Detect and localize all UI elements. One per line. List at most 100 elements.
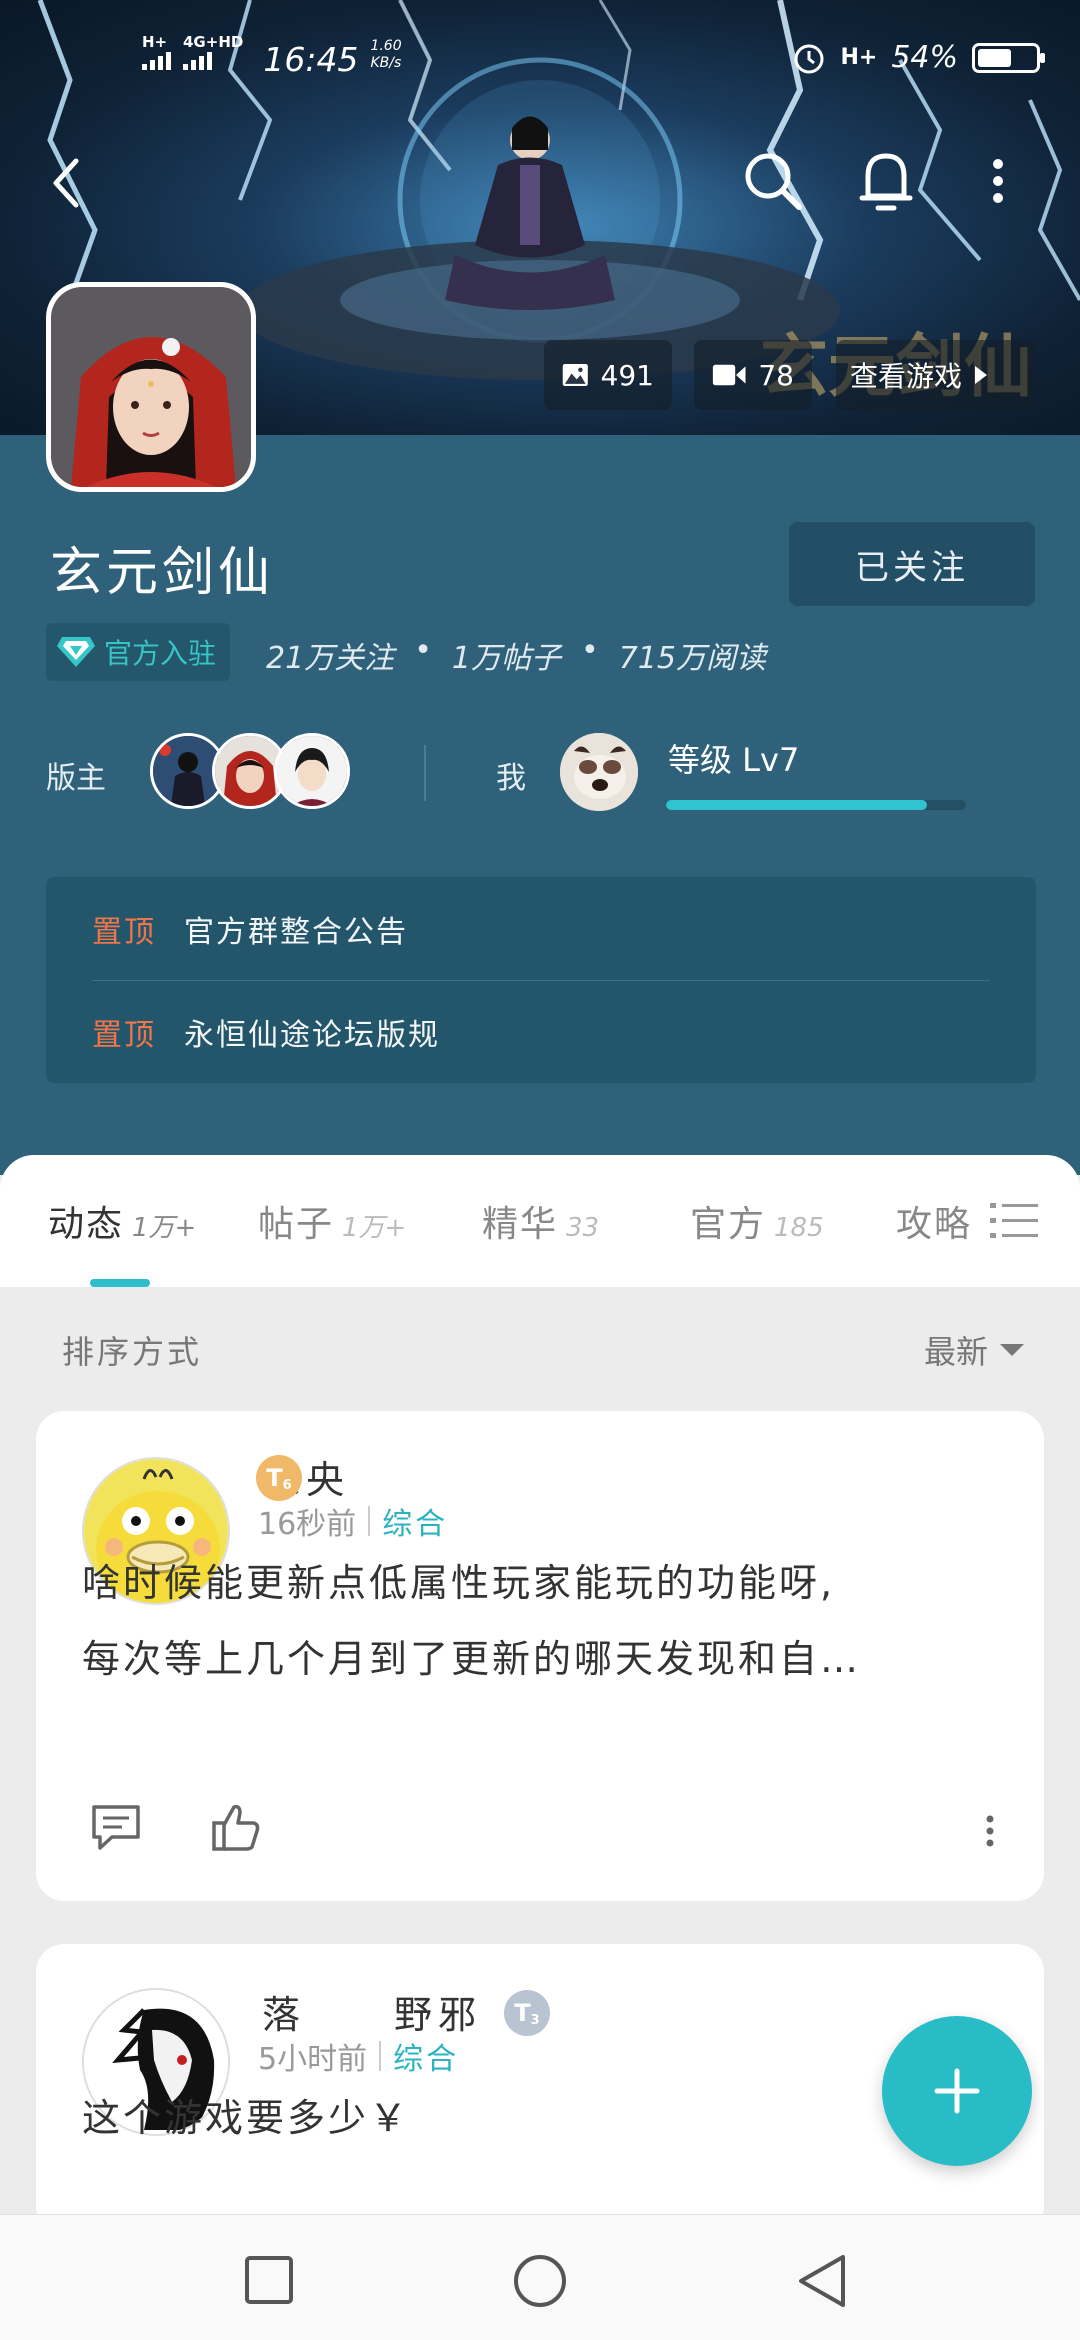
me-label: 我	[496, 761, 526, 796]
level-badge-number: 3	[530, 2012, 540, 2028]
view-game-label: 查看游戏	[850, 360, 963, 393]
image-icon	[562, 363, 588, 387]
reads-count: 715万阅读	[618, 641, 766, 676]
sort-value: 最新	[923, 1333, 988, 1371]
game-name: 玄元剑仙	[50, 543, 275, 603]
tab-label: 攻略	[896, 1204, 973, 1245]
tab-guides[interactable]: 攻略	[896, 1195, 972, 1247]
images-count: 491	[600, 358, 654, 392]
tab-featured[interactable]: 精华 33	[482, 1195, 599, 1247]
post-content-line: 每次等上几个月到了更新的哪天发现和自…	[82, 1637, 862, 1681]
level-progress-fill	[666, 800, 927, 810]
tab-count: 185	[774, 1213, 824, 1243]
user-level-badge: T 6	[256, 1455, 302, 1501]
follow-button[interactable]: 已关注	[789, 522, 1035, 606]
official-badge-label: 官方入驻	[104, 637, 217, 670]
bell-icon[interactable]	[858, 148, 914, 214]
search-icon[interactable]	[742, 150, 804, 212]
clock: 16:45	[263, 40, 359, 79]
level-text: 等级 Lv7	[668, 741, 800, 779]
post-author-name[interactable]: 落 野邪	[262, 1984, 482, 2039]
post-content[interactable]: 这个游戏要多少￥	[82, 2080, 998, 2156]
pinned-divider	[92, 980, 990, 981]
home-icon[interactable]	[512, 2253, 568, 2309]
post-content-line: 啥时候能更新点低属性玩家能玩的功能呀,	[82, 1561, 836, 1605]
tab-label: 动态	[48, 1204, 125, 1245]
comment-icon[interactable]	[90, 1803, 142, 1853]
sort-label: 排序方式	[62, 1333, 203, 1371]
speed-unit: KB/s	[370, 55, 402, 71]
images-pill[interactable]: 491	[544, 340, 672, 410]
stats-separator: •	[580, 633, 599, 668]
forum-stats: 21万关注 • 1万帖子 • 715万阅读	[266, 633, 766, 677]
view-game-button[interactable]: 查看游戏	[836, 340, 1036, 410]
moderator-avatar[interactable]	[274, 733, 350, 809]
back-nav-icon[interactable]	[796, 2253, 848, 2309]
list-icon[interactable]	[990, 1201, 1038, 1241]
forum-header: 玄元剑仙 已关注 官方入驻 21万关注 • 1万帖子 • 715万阅读 版主 我…	[0, 435, 1080, 1175]
moderators-label: 版主	[46, 761, 106, 796]
signal-icon-2: 4G+HD	[183, 34, 243, 70]
pinned-title: 官方群整合公告	[184, 915, 408, 950]
post-content[interactable]: 啥时候能更新点低属性玩家能玩的功能呀, 每次等上几个月到了更新的哪天发现和自…	[82, 1545, 998, 1697]
post-time: 5小时前	[258, 2042, 368, 2077]
new-post-button[interactable]	[882, 2016, 1032, 2166]
pinned-tag: 置顶	[92, 915, 156, 950]
videos-pill[interactable]: 78	[694, 340, 812, 410]
posts-count: 1万帖子	[451, 641, 561, 676]
speed-value: 1.60	[370, 38, 402, 54]
post-more-icon[interactable]	[984, 1815, 996, 1847]
level-badge-letter: T	[266, 1464, 283, 1492]
plus-icon	[934, 2068, 980, 2114]
post-card[interactable]: 未央 T 6 16秒前 综合 啥时候能更新点低属性玩家能玩的功能呀, 每次等上几…	[36, 1411, 1044, 1901]
sort-dropdown[interactable]: 最新	[924, 1327, 1024, 1373]
tab-label: 帖子	[258, 1204, 335, 1245]
play-arrow-icon	[975, 366, 988, 384]
pinned-item[interactable]: 置顶 永恒仙途论坛版规	[92, 1002, 440, 1062]
tab-count: 1万+	[342, 1213, 407, 1243]
tab-count: 1万+	[132, 1213, 197, 1243]
signal-icon: H+	[142, 34, 171, 70]
level-progress-bar	[666, 800, 966, 810]
post-category[interactable]: 综合	[382, 1499, 448, 1543]
network-type: H+	[142, 33, 168, 51]
meta-divider	[379, 2041, 382, 2071]
network-type-right: H+	[840, 45, 878, 70]
like-icon[interactable]	[210, 1801, 262, 1853]
moderator-avatars[interactable]	[150, 733, 350, 809]
chevron-down-icon	[1000, 1344, 1024, 1356]
pinned-tag: 置顶	[92, 1018, 156, 1053]
more-icon[interactable]	[990, 158, 1006, 204]
stats-separator: •	[414, 633, 432, 668]
battery-percent: 54%	[891, 40, 958, 75]
status-bar: H+ 4G+HD 16:45 1.60 KB/s H+ 54%	[0, 0, 1080, 120]
pinned-item[interactable]: 置顶 官方群整合公告	[92, 899, 408, 959]
post-category[interactable]: 综合	[393, 2034, 459, 2078]
level-badge-letter: T	[514, 1999, 531, 2027]
videos-count: 78	[758, 358, 794, 392]
battery-icon	[972, 42, 1045, 73]
tab-label: 官方	[690, 1204, 767, 1245]
video-icon	[712, 364, 746, 386]
network-type-2: 4G+HD	[183, 33, 244, 51]
tab-label: 精华	[482, 1204, 559, 1245]
pinned-posts: 置顶 官方群整合公告 置顶 永恒仙途论坛版规	[46, 877, 1036, 1083]
level-badge-number: 6	[282, 1477, 292, 1493]
official-badge: 官方入驻	[46, 623, 231, 681]
post-meta: 5小时前 综合	[258, 2034, 459, 2078]
tab-count: 33	[566, 1213, 600, 1243]
tab-dynamic[interactable]: 动态 1万+	[48, 1195, 196, 1247]
my-avatar[interactable]	[560, 733, 638, 811]
sort-bar: 排序方式 最新	[0, 1287, 1080, 1407]
back-icon[interactable]	[46, 155, 86, 211]
tab-posts[interactable]: 帖子 1万+	[258, 1195, 406, 1247]
header-divider	[424, 745, 426, 801]
recent-apps-icon[interactable]	[244, 2255, 294, 2305]
game-avatar	[46, 282, 256, 492]
meta-divider	[368, 1506, 371, 1536]
diamond-icon	[57, 637, 95, 667]
post-content-line: 这个游戏要多少￥	[82, 2096, 411, 2140]
post-meta: 16秒前 综合	[258, 1499, 448, 1543]
tab-official[interactable]: 官方 185	[690, 1195, 824, 1247]
followers-count: 21万关注	[266, 641, 395, 676]
